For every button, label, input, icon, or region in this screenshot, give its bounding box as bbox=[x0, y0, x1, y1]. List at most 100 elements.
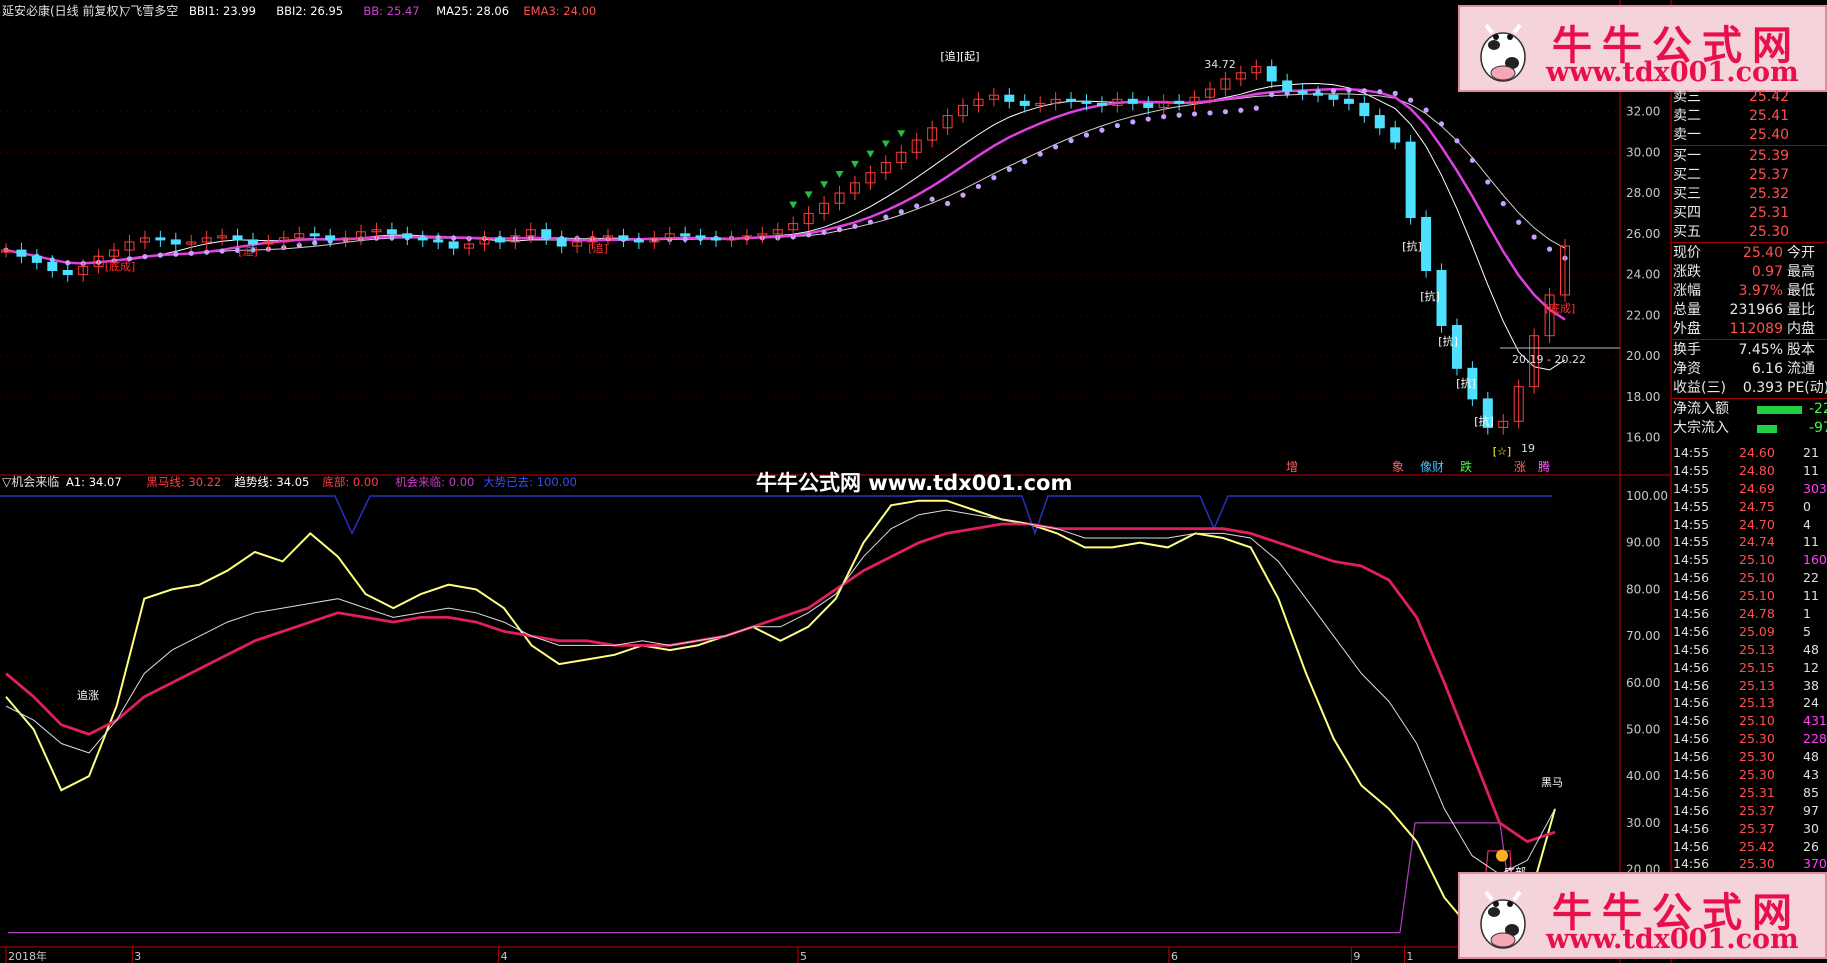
x-tick-label: 1 bbox=[1406, 950, 1413, 963]
tick-price: 24.80 bbox=[1739, 462, 1775, 478]
sar-dot bbox=[1531, 234, 1537, 240]
indicator-value: BBI2: 26.95 bbox=[276, 4, 343, 18]
signal-label: [抗] bbox=[1474, 414, 1494, 428]
y-tick-label: 18.00 bbox=[1626, 390, 1660, 404]
x-tick-label: 6 bbox=[1171, 950, 1178, 963]
y-tick-label: 32.00 bbox=[1626, 105, 1660, 119]
tick-price: 25.15 bbox=[1739, 659, 1775, 675]
high-annotation: 34.72 bbox=[1204, 58, 1236, 71]
sar-dot bbox=[1361, 88, 1367, 94]
tick-price: 25.10 bbox=[1739, 713, 1775, 729]
stat-value: 7.45% bbox=[1738, 342, 1783, 358]
tick-row: 14:55 25.10 160 bbox=[1671, 551, 1827, 569]
tick-row: 14:56 25.13 38 bbox=[1671, 677, 1827, 695]
y-tick-label: 60.00 bbox=[1626, 676, 1660, 690]
oscillator-series-1 bbox=[5, 522, 1556, 844]
x-tick-label: 2018年 bbox=[8, 949, 47, 963]
lower-indicator-name: ▽机会来临 bbox=[2, 475, 59, 489]
sar-dot bbox=[991, 175, 997, 181]
tick-price: 24.78 bbox=[1739, 606, 1775, 622]
flow-row: 净流入额 -22 bbox=[1671, 400, 1827, 419]
sar-dot bbox=[1083, 132, 1090, 138]
trend-gone-line bbox=[0, 495, 1552, 536]
candle-body bbox=[1066, 98, 1077, 102]
stat-value: 112089 bbox=[1729, 321, 1783, 337]
tick-volume: 5 bbox=[1803, 623, 1811, 639]
candle-body bbox=[1127, 98, 1138, 104]
tick-price: 25.37 bbox=[1739, 802, 1775, 818]
flow-bar bbox=[1757, 406, 1802, 414]
candle-body bbox=[1374, 115, 1385, 129]
candle-body bbox=[247, 239, 258, 245]
candle-body bbox=[170, 239, 181, 245]
x-tick-label: 5 bbox=[800, 950, 807, 963]
sar-dot bbox=[944, 200, 951, 207]
candle-body bbox=[541, 229, 552, 239]
stat-value: 6.16 bbox=[1751, 361, 1783, 377]
stat-right-label: PE(动) bbox=[1787, 380, 1827, 396]
bottom-signal-label: 腾 bbox=[1538, 459, 1550, 474]
tick-time: 14:56 bbox=[1673, 767, 1710, 783]
flow-row: 大宗流入 -979 bbox=[1671, 419, 1827, 438]
sar-dot bbox=[1392, 90, 1398, 96]
divider bbox=[1671, 339, 1827, 340]
tick-time: 14:55 bbox=[1673, 445, 1710, 460]
tick-row: 14:56 25.30 48 bbox=[1671, 748, 1827, 766]
sar-dot bbox=[914, 203, 920, 209]
candle-body bbox=[1266, 66, 1277, 82]
tick-time: 14:56 bbox=[1673, 641, 1710, 657]
tick-time: 14:55 bbox=[1673, 480, 1710, 496]
signal-label: [抗] bbox=[1456, 376, 1476, 390]
bottom-signal-label: 涨 bbox=[1514, 459, 1526, 474]
tick-time: 14:56 bbox=[1673, 713, 1710, 729]
tick-row: 14:55 24.60 21 bbox=[1671, 444, 1827, 462]
candle-body bbox=[1096, 102, 1107, 106]
candle-body bbox=[618, 235, 629, 241]
candle-body bbox=[325, 235, 336, 241]
signal-triangle-icon bbox=[897, 130, 906, 138]
candle-body bbox=[680, 233, 691, 237]
sar-dot bbox=[1207, 110, 1213, 116]
stat-right-label: 今开 bbox=[1787, 245, 1815, 261]
y-tick-label: 90.00 bbox=[1626, 536, 1660, 550]
tick-volume: 21 bbox=[1803, 445, 1819, 460]
indicator-value: BBI1: 23.99 bbox=[189, 4, 256, 18]
bid-price: 25.30 bbox=[1749, 224, 1790, 240]
tick-price: 24.70 bbox=[1739, 516, 1775, 532]
sar-dot bbox=[1053, 144, 1059, 150]
y-tick-label: 26.00 bbox=[1626, 227, 1660, 241]
tick-time: 14:56 bbox=[1673, 570, 1710, 586]
tick-row: 14:56 25.10 11 bbox=[1671, 587, 1827, 605]
candle-body bbox=[402, 233, 413, 239]
tick-row: 14:55 24.75 0 bbox=[1671, 498, 1827, 516]
tick-time: 14:56 bbox=[1673, 588, 1710, 604]
lower-indicator-value: 趋势线: 34.05 bbox=[234, 475, 309, 489]
tick-row: 14:56 25.13 24 bbox=[1671, 694, 1827, 712]
indicator-value: BB: 25.47 bbox=[363, 4, 419, 18]
signal-label: [抗] bbox=[1438, 334, 1458, 348]
tick-row: 14:55 24.69 303 bbox=[1671, 480, 1827, 498]
y-tick-label: 20.00 bbox=[1626, 349, 1660, 363]
price-range-annotation: 20.19 - 20.22 bbox=[1512, 353, 1586, 366]
x-tick-label: 9 bbox=[1353, 950, 1360, 963]
ask-price: 25.40 bbox=[1749, 127, 1790, 143]
sar-dot bbox=[1037, 151, 1043, 157]
tick-time: 14:56 bbox=[1673, 838, 1710, 854]
signal-triangle-icon bbox=[850, 160, 859, 168]
tick-price: 24.69 bbox=[1739, 480, 1775, 496]
sar-dot bbox=[867, 219, 873, 225]
stat-value: 3.97% bbox=[1738, 283, 1783, 299]
divider bbox=[1671, 398, 1827, 399]
stat-row: 换手 7.45% 股本 bbox=[1671, 341, 1827, 360]
sar-dot bbox=[173, 251, 179, 257]
tick-price: 25.13 bbox=[1739, 677, 1775, 693]
tick-row: 14:56 25.30 370 bbox=[1671, 855, 1827, 873]
signal-label: [追] bbox=[588, 241, 608, 255]
y-tick-label: 50.00 bbox=[1626, 723, 1660, 737]
signal-label: [底成] bbox=[105, 259, 136, 273]
sar-dot bbox=[1145, 116, 1151, 122]
sar-dot bbox=[960, 192, 966, 198]
bid-price: 25.32 bbox=[1749, 186, 1790, 202]
tick-time: 14:55 bbox=[1673, 462, 1710, 478]
bid-label: 买一 bbox=[1673, 148, 1701, 164]
